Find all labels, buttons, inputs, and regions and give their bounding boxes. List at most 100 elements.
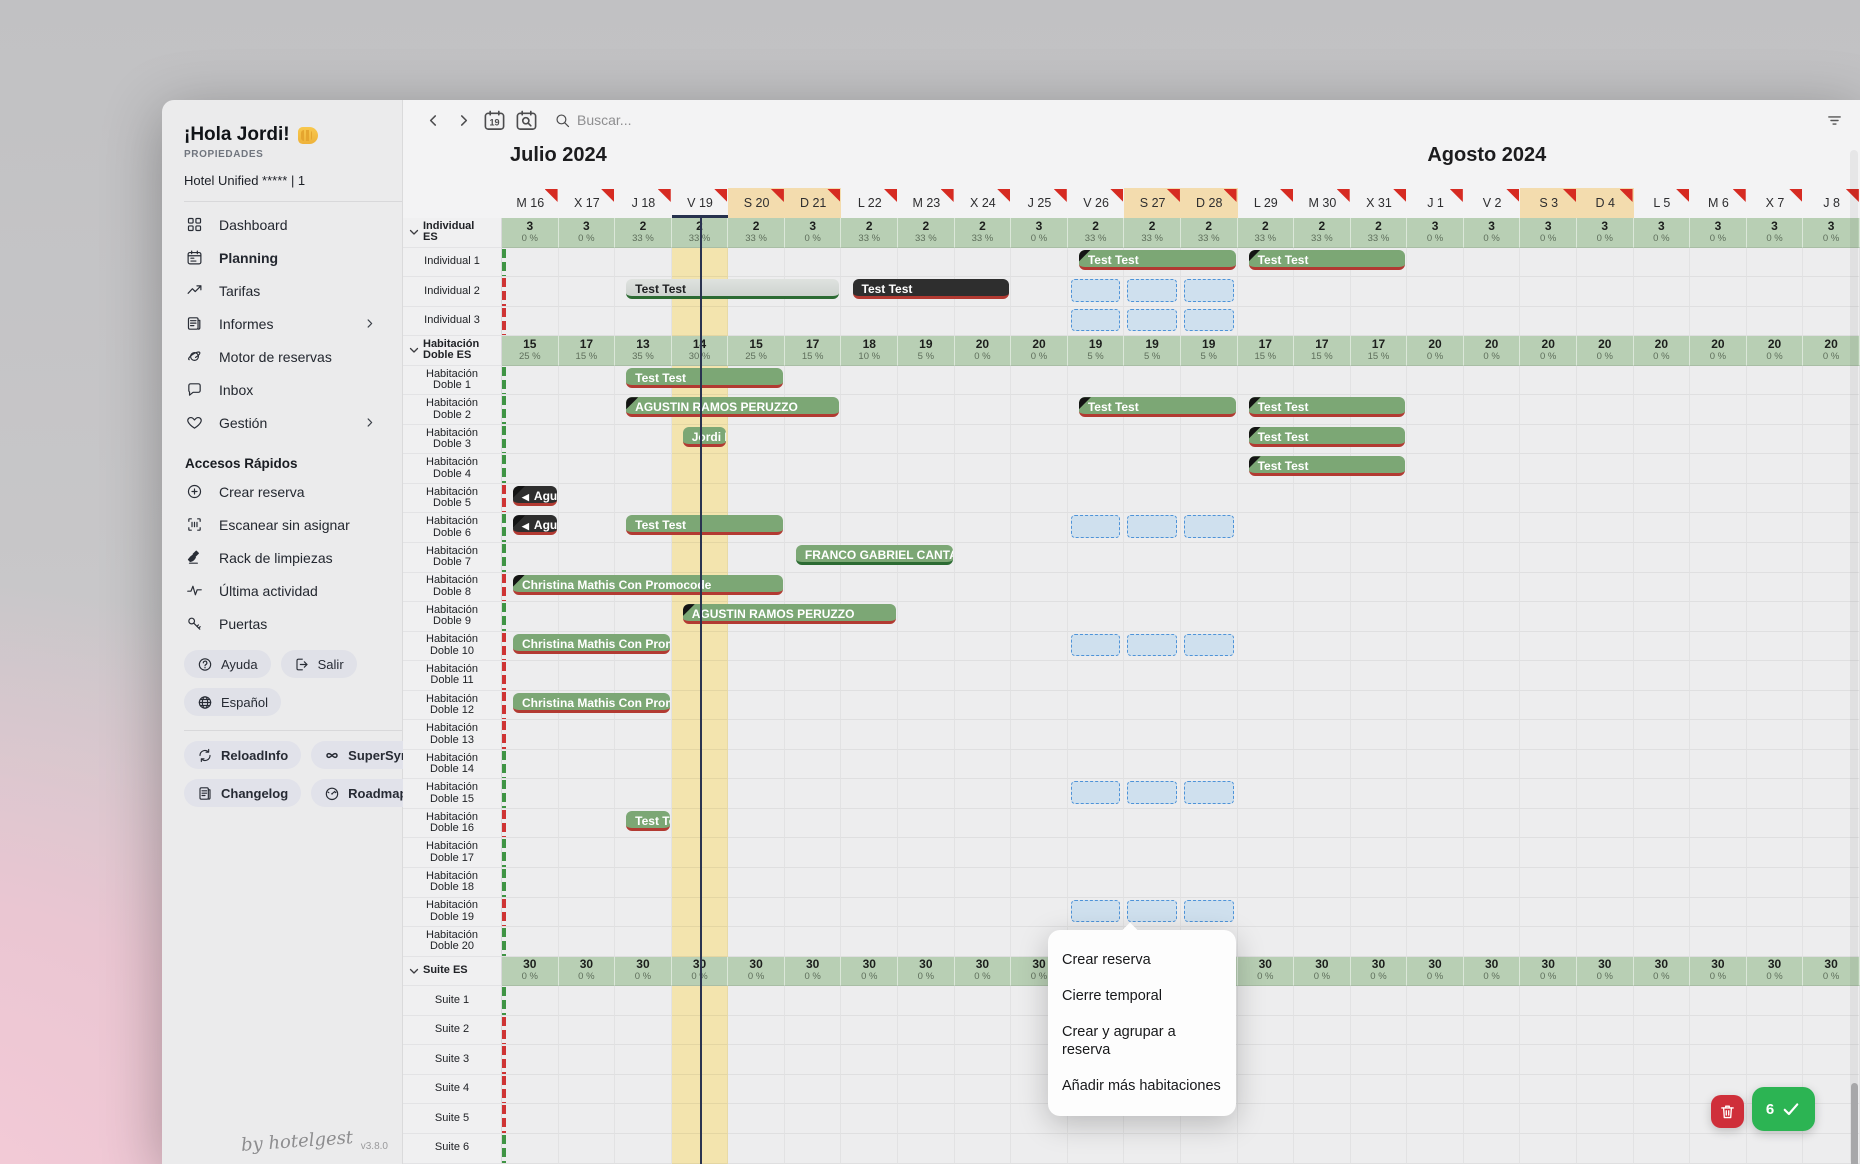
day-cell[interactable] bbox=[1747, 898, 1804, 928]
day-cell[interactable] bbox=[1238, 573, 1295, 603]
day-cell[interactable] bbox=[955, 454, 1012, 484]
day-cell[interactable] bbox=[898, 1134, 955, 1164]
day-cell[interactable] bbox=[898, 838, 955, 868]
day-cell[interactable] bbox=[955, 513, 1012, 543]
day-cell[interactable] bbox=[1464, 1134, 1521, 1164]
day-cell[interactable] bbox=[1181, 1134, 1238, 1164]
day-cell[interactable] bbox=[1747, 838, 1804, 868]
day-cell[interactable] bbox=[1294, 484, 1351, 514]
day-cell[interactable] bbox=[1407, 632, 1464, 662]
quick-item-escanear-sin-asignar[interactable]: Escanear sin asignar bbox=[162, 508, 402, 541]
day-cell[interactable] bbox=[1464, 454, 1521, 484]
day-cell[interactable] bbox=[1464, 779, 1521, 809]
day-cell[interactable] bbox=[1124, 573, 1181, 603]
day-cell[interactable] bbox=[1407, 986, 1464, 1016]
day-cell[interactable] bbox=[1124, 425, 1181, 455]
room-label[interactable]: Habitación Doble 5 bbox=[403, 484, 502, 514]
day-cell[interactable] bbox=[1351, 632, 1408, 662]
day-cell[interactable] bbox=[502, 986, 559, 1016]
reservation-bar-test-test[interactable]: Test Test bbox=[1249, 456, 1406, 476]
day-cell[interactable] bbox=[1634, 307, 1691, 337]
day-cell[interactable] bbox=[1464, 1104, 1521, 1134]
day-cell[interactable] bbox=[1407, 1134, 1464, 1164]
day-cell[interactable] bbox=[728, 632, 785, 662]
day-cell[interactable] bbox=[841, 484, 898, 514]
day-cell[interactable] bbox=[1407, 720, 1464, 750]
sidebar-item-informes[interactable]: Informes bbox=[162, 307, 402, 340]
day-cell[interactable] bbox=[502, 1134, 559, 1164]
day-cell[interactable] bbox=[1238, 898, 1295, 928]
room-label[interactable]: Suite 2 bbox=[403, 1016, 502, 1046]
day-cell[interactable] bbox=[1238, 750, 1295, 780]
day-cell[interactable] bbox=[615, 779, 672, 809]
day-cell[interactable] bbox=[955, 898, 1012, 928]
calendar-search-button[interactable] bbox=[513, 107, 539, 133]
reservation-bar-christina-mathis-con-promo-d[interactable]: Christina Mathis Con Promo D bbox=[513, 693, 670, 713]
day-cell[interactable] bbox=[728, 986, 785, 1016]
day-header-m-6[interactable]: M 6 bbox=[1690, 188, 1747, 218]
day-cell[interactable] bbox=[1690, 1134, 1747, 1164]
day-cell[interactable] bbox=[955, 927, 1012, 957]
vertical-scrollbar-thumb[interactable] bbox=[1851, 1083, 1858, 1164]
day-cell[interactable] bbox=[1520, 277, 1577, 307]
day-cell[interactable] bbox=[1577, 720, 1634, 750]
day-cell[interactable] bbox=[728, 1075, 785, 1105]
day-cell[interactable] bbox=[1407, 661, 1464, 691]
day-cell[interactable] bbox=[1181, 838, 1238, 868]
day-header-x-17[interactable]: X 17 bbox=[559, 188, 616, 218]
day-cell[interactable] bbox=[1181, 720, 1238, 750]
day-cell[interactable] bbox=[1407, 366, 1464, 396]
day-cell[interactable] bbox=[1407, 868, 1464, 898]
day-cell[interactable] bbox=[1351, 1016, 1408, 1046]
day-header-m-16[interactable]: M 16 bbox=[502, 188, 559, 218]
day-cell[interactable] bbox=[559, 248, 616, 278]
day-cell[interactable] bbox=[1690, 1016, 1747, 1046]
day-cell[interactable] bbox=[955, 395, 1012, 425]
day-cell[interactable] bbox=[728, 307, 785, 337]
day-cell[interactable] bbox=[1747, 1016, 1804, 1046]
day-cell[interactable] bbox=[1577, 1104, 1634, 1134]
room-label[interactable]: Suite 4 bbox=[403, 1075, 502, 1105]
day-cell[interactable] bbox=[1351, 513, 1408, 543]
day-cell[interactable] bbox=[955, 1134, 1012, 1164]
selected-day-cell[interactable] bbox=[1071, 515, 1121, 538]
search-input[interactable] bbox=[577, 112, 797, 128]
day-cell[interactable] bbox=[728, 1104, 785, 1134]
day-cell[interactable] bbox=[728, 425, 785, 455]
day-cell[interactable] bbox=[1294, 513, 1351, 543]
day-cell[interactable] bbox=[1634, 868, 1691, 898]
day-cell[interactable] bbox=[841, 779, 898, 809]
day-cell[interactable] bbox=[615, 750, 672, 780]
day-cell[interactable] bbox=[1068, 602, 1125, 632]
day-cell[interactable] bbox=[1690, 307, 1747, 337]
day-cell[interactable] bbox=[1181, 691, 1238, 721]
day-cell[interactable] bbox=[1520, 779, 1577, 809]
day-cell[interactable] bbox=[1181, 543, 1238, 573]
day-cell[interactable] bbox=[1294, 1134, 1351, 1164]
day-cell[interactable] bbox=[1520, 454, 1577, 484]
day-cell[interactable] bbox=[615, 602, 672, 632]
room-label[interactable]: Habitación Doble 9 bbox=[403, 602, 502, 632]
day-cell[interactable] bbox=[1634, 779, 1691, 809]
day-cell[interactable] bbox=[898, 986, 955, 1016]
sidebar-item-tarifas[interactable]: Tarifas bbox=[162, 274, 402, 307]
day-cell[interactable] bbox=[841, 898, 898, 928]
day-cell[interactable] bbox=[1634, 425, 1691, 455]
day-cell[interactable] bbox=[1351, 1104, 1408, 1134]
day-cell[interactable] bbox=[955, 1045, 1012, 1075]
day-cell[interactable] bbox=[1690, 868, 1747, 898]
day-header-s-20[interactable]: S 20 bbox=[728, 188, 785, 218]
day-cell[interactable] bbox=[1124, 1134, 1181, 1164]
day-header-j-18[interactable]: J 18 bbox=[615, 188, 672, 218]
day-cell[interactable] bbox=[1577, 1016, 1634, 1046]
day-cell[interactable] bbox=[615, 720, 672, 750]
day-cell[interactable] bbox=[955, 484, 1012, 514]
day-cell[interactable] bbox=[955, 543, 1012, 573]
day-cell[interactable] bbox=[1520, 927, 1577, 957]
day-cell[interactable] bbox=[1520, 691, 1577, 721]
day-cell[interactable] bbox=[898, 602, 955, 632]
day-cell[interactable] bbox=[1238, 809, 1295, 839]
day-cell[interactable] bbox=[728, 454, 785, 484]
day-cell[interactable] bbox=[841, 425, 898, 455]
day-cell[interactable] bbox=[559, 927, 616, 957]
